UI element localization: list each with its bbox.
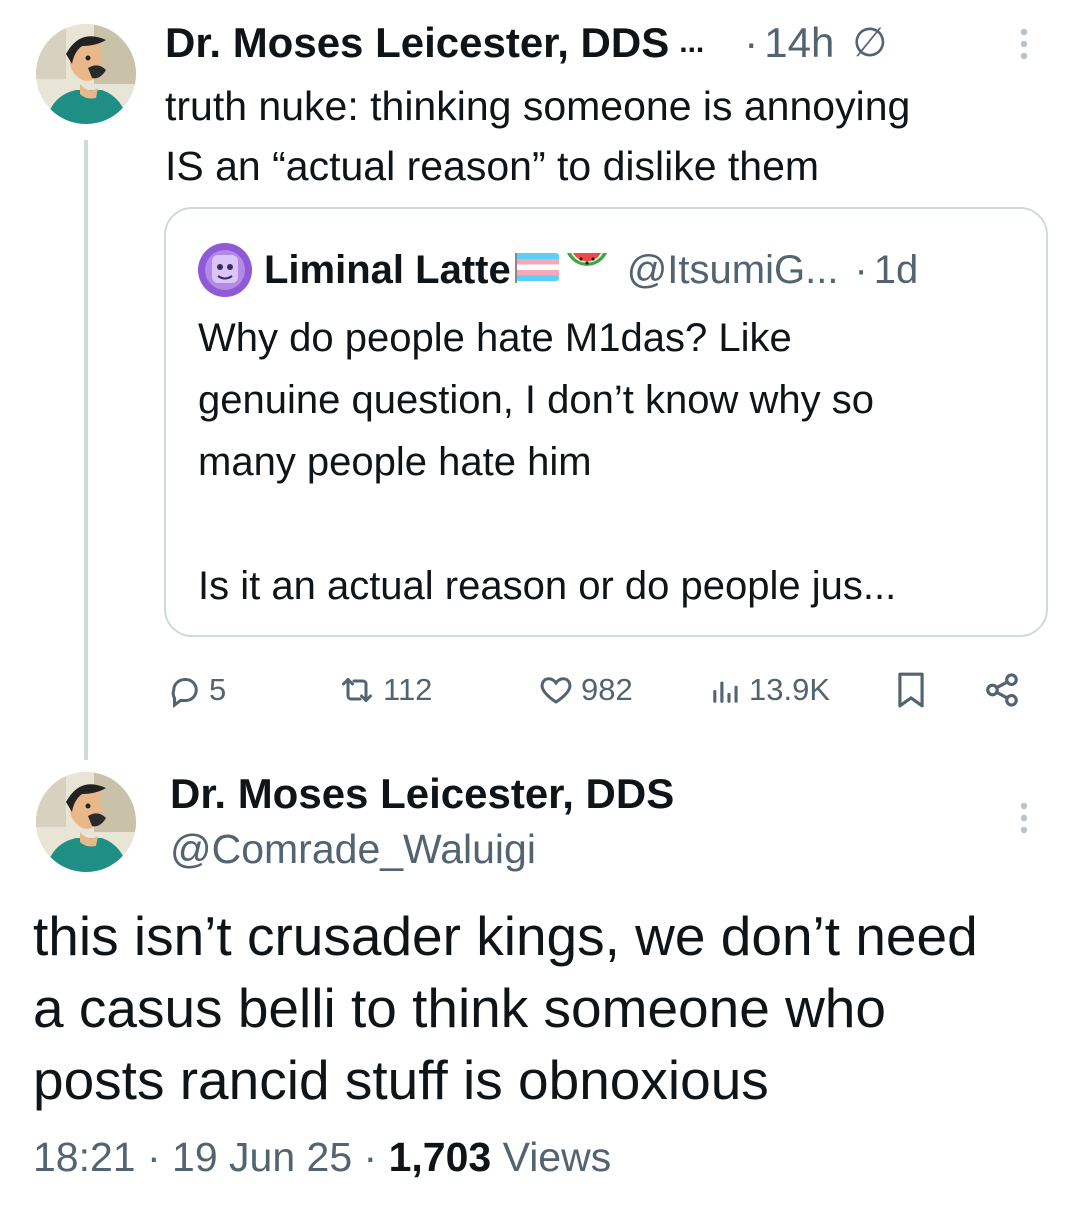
bookmark-button[interactable] bbox=[895, 665, 927, 715]
timestamp[interactable]: 14h bbox=[764, 19, 834, 67]
heart-icon bbox=[540, 677, 572, 704]
timestamp[interactable]: 1d bbox=[874, 248, 919, 293]
watermelon-icon bbox=[563, 245, 611, 295]
meta-separator: · bbox=[352, 1134, 389, 1180]
display-name[interactable]: Dr. Moses Leicester, DDS bbox=[165, 19, 669, 67]
display-name[interactable]: Liminal Latte bbox=[264, 248, 511, 293]
avatar[interactable] bbox=[198, 243, 252, 297]
like-count: 982 bbox=[581, 672, 633, 707]
tweet-text: this isn’t crusader kings, we don’t need… bbox=[33, 905, 978, 1111]
share-button[interactable] bbox=[983, 665, 1021, 715]
bookmark-icon bbox=[898, 672, 924, 708]
retweet-button[interactable]: 112 bbox=[337, 665, 432, 715]
share-icon bbox=[986, 673, 1018, 707]
reply-button[interactable]: 5 bbox=[167, 665, 226, 715]
retweet-icon bbox=[342, 678, 372, 702]
quoted-tweet[interactable]: Liminal Latte @ItsumiG... · 1d Why do pe… bbox=[164, 207, 1048, 637]
time-separator: · bbox=[854, 247, 868, 292]
null-icon: ∅ bbox=[852, 21, 888, 65]
quote-text: Why do people hate M1das? Like genuine q… bbox=[198, 316, 897, 608]
action-bar: 5 112 982 13.9K bbox=[165, 665, 1035, 715]
views-count: 13.9K bbox=[749, 672, 831, 707]
reply-count: 5 bbox=[209, 672, 227, 707]
display-name[interactable]: Dr. Moses Leicester, DDS bbox=[170, 770, 674, 818]
avatar[interactable] bbox=[36, 24, 136, 124]
handle[interactable]: @ItsumiG... bbox=[627, 248, 839, 293]
tweet-header: Dr. Moses Leicester, DDS ... · 14h ∅ bbox=[165, 18, 887, 68]
thread-line bbox=[84, 140, 88, 760]
more-vertical-icon[interactable] bbox=[1015, 26, 1033, 71]
reply-icon bbox=[171, 678, 198, 708]
more-vertical-icon[interactable] bbox=[1014, 800, 1034, 845]
meta-separator: · bbox=[135, 1134, 173, 1180]
views-label: Views bbox=[491, 1134, 612, 1180]
analytics-icon bbox=[713, 681, 738, 703]
timestamp[interactable]: 18:21 bbox=[33, 1134, 136, 1180]
like-button[interactable]: 982 bbox=[537, 665, 633, 715]
quote-header: Liminal Latte @ItsumiG... · 1d bbox=[264, 243, 918, 297]
handle[interactable]: @Comrade_Waluigi bbox=[170, 826, 536, 873]
views-count[interactable]: 1,703 bbox=[389, 1134, 492, 1180]
views-button[interactable]: 13.9K bbox=[709, 665, 830, 715]
transgender-flag-icon bbox=[514, 248, 559, 293]
tweet-text: truth nuke: thinking someone is annoying… bbox=[165, 83, 911, 189]
name-truncation: ... bbox=[679, 26, 705, 59]
retweet-count: 112 bbox=[383, 672, 433, 707]
avatar[interactable] bbox=[36, 772, 136, 872]
date[interactable]: 19 Jun 25 bbox=[172, 1134, 352, 1180]
time-separator: · bbox=[744, 19, 759, 66]
tweet-meta: 18:21 · 19 Jun 25 · 1,703 Views bbox=[33, 1134, 611, 1181]
